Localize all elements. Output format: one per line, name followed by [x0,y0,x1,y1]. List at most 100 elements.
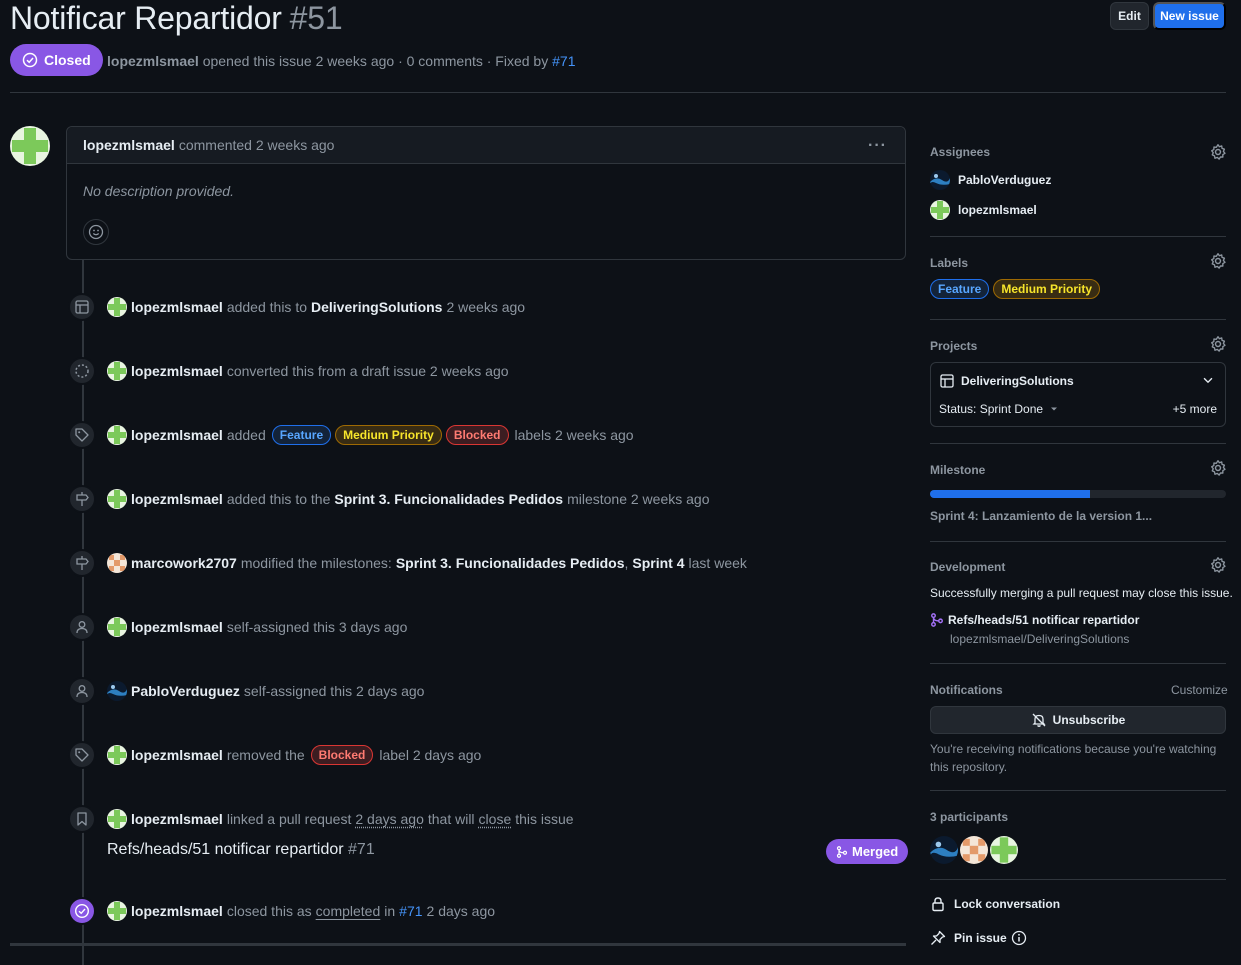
event-user[interactable]: lopezmlsmael [131,619,223,635]
assignee-item[interactable]: PabloVerduguez [930,170,1051,190]
project-table-icon [68,293,96,321]
tag-icon [68,421,96,449]
event-user[interactable]: marcowork2707 [131,555,237,571]
avatar[interactable] [107,745,127,765]
closing-pr-link[interactable]: #71 [399,903,422,919]
sidebar-divider [930,236,1226,237]
event-text: converted this from a draft issue 2 week… [226,363,509,379]
timeline-event: lopezmlsmael added this to DeliveringSol… [107,296,525,318]
avatar[interactable] [107,553,127,573]
project-table-icon [940,374,954,388]
unsubscribe-button[interactable]: Unsubscribe [930,706,1226,734]
fixed-by-link[interactable]: #71 [552,53,575,69]
avatar[interactable] [107,681,127,701]
avatar[interactable] [107,489,127,509]
customize-link[interactable]: Customize [1171,683,1228,697]
completed-link[interactable]: completed [316,903,381,919]
event-milestone-link[interactable]: Sprint 3. Funcionalidades Pedidos [396,555,625,571]
event-milestone-link[interactable]: Sprint 3. Funcionalidades Pedidos [334,491,563,507]
label-medium-priority[interactable]: Medium Priority [993,279,1101,299]
event-user[interactable]: PabloVerduguez [131,683,240,699]
status-badge: Closed [10,44,103,76]
event-user[interactable]: lopezmlsmael [131,427,223,443]
event-time[interactable]: 2 days ago [427,903,496,919]
sidebar-divider [930,541,1226,542]
label-feature[interactable]: Feature [271,425,332,445]
label-blocked[interactable]: Blocked [445,425,509,445]
project-link[interactable]: DeliveringSolutions [939,373,1074,389]
project-status-dropdown[interactable]: Status: Sprint Done [939,402,1059,416]
project-name: DeliveringSolutions [961,374,1074,388]
development-description: Successfully merging a pull request may … [930,586,1233,600]
author-link[interactable]: lopezmlsmael [107,53,199,69]
avatar[interactable] [960,836,988,864]
event-text: removed the [226,747,305,763]
labels-heading: Labels [930,256,969,270]
sidebar-divider [930,663,1226,664]
gear-icon[interactable] [1209,335,1227,353]
event-project-link[interactable]: DeliveringSolutions [311,299,442,315]
timeline-event: lopezmlsmael linked a pull request 2 day… [107,808,574,830]
label-feature[interactable]: Feature [930,279,990,299]
avatar[interactable] [107,617,127,637]
milestone-icon [68,549,96,577]
event-user[interactable]: lopezmlsmael [131,299,223,315]
person-icon [68,613,96,641]
lock-icon [932,897,944,912]
comment-header: lopezmlsmael commented 2 weeks ago [67,127,905,164]
event-text: labels 2 weeks ago [514,427,634,443]
edit-button[interactable]: Edit [1110,2,1149,30]
event-milestone-link[interactable]: Sprint 4 [632,555,684,571]
event-text: linked a pull request [226,811,352,827]
event-user[interactable]: lopezmlsmael [131,747,223,763]
more-options-icon[interactable]: ··· [868,137,887,155]
event-user[interactable]: lopezmlsmael [131,491,223,507]
milestone-link[interactable]: Sprint 4: Lanzamiento de la version 1... [930,509,1152,523]
avatar[interactable] [107,901,127,921]
development-heading: Development [930,560,1006,574]
lock-conversation-button[interactable]: Lock conversation [930,896,1060,912]
close-keyword: close [478,811,512,827]
merged-label: Merged [852,844,899,859]
participants-list [930,836,1018,864]
new-issue-button[interactable]: New issue [1153,2,1226,30]
avatar[interactable] [930,836,958,864]
event-text: self-assigned this 2 days ago [243,683,425,699]
event-comma: , [624,555,629,571]
avatar[interactable] [107,361,127,381]
comment-time[interactable]: commented 2 weeks ago [179,137,335,153]
assignee-item[interactable]: lopezmlsmael [930,200,1037,220]
info-icon[interactable] [1011,930,1027,946]
comment-author[interactable]: lopezmlsmael [83,137,175,153]
sidebar-divider [930,443,1226,444]
git-merge-icon [836,845,848,858]
label-medium-priority[interactable]: Medium Priority [335,425,442,445]
pr-number: #71 [348,841,375,858]
development-pr-link[interactable]: Refs/heads/51 notificar repartidor [930,613,1139,627]
avatar[interactable] [990,836,1018,864]
pr-title-text[interactable]: Refs/heads/51 notificar repartidor [107,841,344,858]
gear-icon[interactable] [1209,252,1227,270]
chevron-down-icon[interactable] [1201,373,1215,387]
event-user[interactable]: lopezmlsmael [131,903,223,919]
event-user[interactable]: lopezmlsmael [131,363,223,379]
gear-icon[interactable] [1209,143,1227,161]
linked-pr-title[interactable]: Refs/heads/51 notificar repartidor #71 [107,841,375,859]
avatar[interactable] [107,809,127,829]
avatar[interactable] [10,126,50,166]
avatar[interactable] [107,297,127,317]
event-time[interactable]: last week [689,555,747,571]
participants-heading: 3 participants [930,810,1009,824]
event-text: this issue [515,811,574,827]
event-time[interactable]: 2 weeks ago [446,299,525,315]
milestone-icon [68,485,96,513]
pin-issue-button[interactable]: Pin issue [930,930,1027,946]
gear-icon[interactable] [1209,459,1227,477]
emoji-reaction-icon[interactable] [83,219,109,245]
event-time[interactable]: 2 days ago [355,811,424,827]
event-user[interactable]: lopezmlsmael [131,811,223,827]
gear-icon[interactable] [1209,556,1227,574]
avatar[interactable] [107,425,127,445]
label-blocked[interactable]: Blocked [310,745,374,765]
project-more-link[interactable]: +5 more [1173,402,1217,416]
